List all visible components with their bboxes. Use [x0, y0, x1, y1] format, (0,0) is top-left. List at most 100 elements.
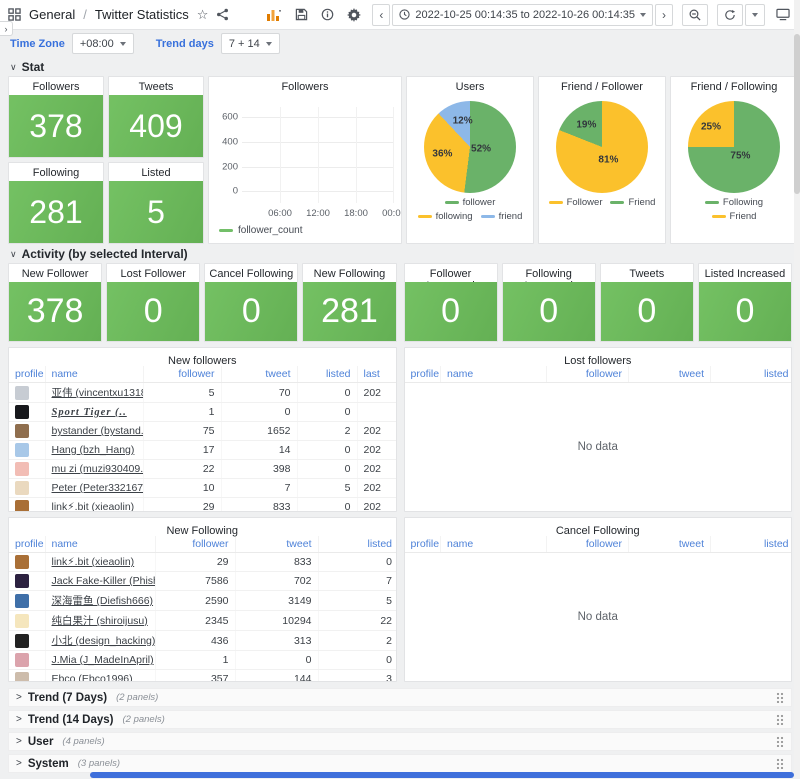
horizontal-scrollbar[interactable]: [90, 772, 794, 778]
refresh-button[interactable]: [717, 4, 743, 26]
tv-kiosk-icon[interactable]: [774, 6, 792, 23]
sidebar-expand-arrow[interactable]: ›: [0, 21, 13, 36]
legend-item[interactable]: Friend: [610, 197, 655, 208]
column-header-profile[interactable]: profile: [9, 536, 45, 553]
time-range-forward-button[interactable]: ›: [655, 4, 673, 26]
column-header-name[interactable]: name: [441, 366, 547, 383]
user-link[interactable]: link⚡.bit (xieaolin): [52, 501, 135, 512]
column-header-follower[interactable]: follower: [143, 366, 221, 383]
zoom-out-time-button[interactable]: [682, 4, 708, 26]
column-header-tweet[interactable]: tweet: [629, 366, 711, 383]
panel-title[interactable]: Follower Increased: [405, 264, 497, 282]
column-header-profile[interactable]: profile: [405, 366, 441, 383]
panel-title[interactable]: Lost Follower: [107, 264, 199, 282]
panel-title[interactable]: Lost followers: [405, 348, 792, 366]
variable-trend-days-value[interactable]: 7 + 14: [221, 33, 280, 54]
panel-title[interactable]: Tweets: [601, 264, 693, 282]
row-header-activity[interactable]: ∨ Activity (by selected Interval): [0, 244, 800, 263]
variable-trend-days-label[interactable]: Trend days: [156, 38, 214, 50]
variable-timezone-value[interactable]: +08:00: [72, 33, 134, 54]
user-link[interactable]: mu zi (muzi930409..: [52, 463, 144, 475]
panel-title[interactable]: Tweets: [109, 77, 203, 95]
add-panel-icon[interactable]: [264, 6, 284, 24]
table-row: link⚡.bit (xieaolin) 29 833 0 202: [9, 498, 397, 513]
column-header-follower[interactable]: follower: [547, 366, 629, 383]
panel-count: (2 panels): [116, 692, 158, 703]
legend-item[interactable]: follower: [445, 197, 496, 208]
column-header-last[interactable]: last: [357, 366, 397, 383]
pie-legend: Follower Friend: [539, 197, 665, 211]
column-header-name[interactable]: name: [45, 366, 143, 383]
breadcrumb-folder[interactable]: General: [29, 7, 75, 22]
star-icon[interactable]: ☆: [197, 7, 209, 23]
vertical-scrollbar[interactable]: [794, 0, 800, 779]
time-range-button[interactable]: 2022-10-25 00:14:35 to 2022-10-26 00:14:…: [392, 4, 653, 26]
column-header-profile[interactable]: profile: [9, 366, 45, 383]
column-header-listed[interactable]: listed: [711, 536, 793, 553]
panel-title[interactable]: Following Increased: [503, 264, 595, 282]
legend-item[interactable]: Follower: [549, 197, 603, 208]
panel-title[interactable]: Followers: [209, 77, 401, 95]
scrollbar-thumb[interactable]: [794, 34, 800, 194]
column-header-listed[interactable]: listed: [297, 366, 357, 383]
user-link[interactable]: 小北 (design_hacking): [52, 635, 156, 647]
x-tick: 06:00: [268, 208, 292, 219]
legend-item[interactable]: Following: [705, 197, 763, 208]
panel-title[interactable]: New Following: [9, 518, 396, 536]
user-link[interactable]: 深海雷鱼 (Diefish666): [52, 595, 154, 607]
panel-title[interactable]: Followers: [9, 77, 103, 95]
user-link[interactable]: 纯白果汁 (shiroijusu): [52, 615, 148, 627]
variable-timezone-label[interactable]: Time Zone: [10, 38, 65, 50]
user-link[interactable]: 亚伟 (vincentxu1318): [52, 387, 144, 399]
panel-title[interactable]: Cancel Following: [205, 264, 297, 282]
time-range-back-button[interactable]: ‹: [372, 4, 390, 26]
row-drag-handle[interactable]: [776, 692, 784, 703]
row-drag-handle[interactable]: [776, 758, 784, 769]
apps-grid-icon[interactable]: [8, 8, 21, 21]
save-dashboard-icon[interactable]: [293, 6, 310, 23]
share-icon[interactable]: [216, 8, 229, 21]
refresh-interval-button[interactable]: [745, 4, 765, 26]
user-link[interactable]: Ebco (Ebco1996): [52, 673, 133, 682]
user-link[interactable]: Jack Fake-Killer (Phish...: [52, 575, 156, 587]
panel-title[interactable]: New Follower: [9, 264, 101, 282]
row-trend-14-days[interactable]: > Trend (14 Days) (2 panels): [8, 710, 792, 729]
column-header-name[interactable]: name: [45, 536, 155, 553]
row-trend-7-days[interactable]: > Trend (7 Days) (2 panels): [8, 688, 792, 707]
table-panel-cancel-following: Cancel Following profile name follower t…: [404, 517, 793, 682]
panel-title[interactable]: New followers: [9, 348, 396, 366]
legend-item[interactable]: following: [418, 211, 473, 222]
row-drag-handle[interactable]: [776, 714, 784, 725]
panel-title[interactable]: Friend / Following: [671, 77, 797, 95]
row-drag-handle[interactable]: [776, 736, 784, 747]
panel-title[interactable]: Listed Increased: [699, 264, 791, 282]
legend-item-follower-count[interactable]: follower_count: [219, 225, 302, 236]
legend-item[interactable]: Friend: [712, 211, 757, 222]
user-link[interactable]: J.Mia (J_MadeInApril): [52, 654, 154, 666]
panel-title[interactable]: New Following: [303, 264, 395, 282]
tables-grid: New followers profile name follower twee…: [0, 347, 800, 682]
column-header-listed[interactable]: listed: [711, 366, 793, 383]
column-header-tweet[interactable]: tweet: [235, 536, 318, 553]
user-link[interactable]: Sport Tiger (..: [52, 407, 127, 418]
dashboard-insights-icon[interactable]: [319, 6, 336, 23]
panel-title[interactable]: Friend / Follower: [539, 77, 665, 95]
panel-title[interactable]: Listed: [109, 163, 203, 181]
user-link[interactable]: link⚡.bit (xieaolin): [52, 556, 135, 568]
panel-title[interactable]: Cancel Following: [405, 518, 792, 536]
legend-item[interactable]: friend: [481, 211, 523, 222]
column-header-listed[interactable]: listed: [318, 536, 397, 553]
row-header-stat[interactable]: ∨ Stat: [0, 57, 800, 76]
panel-title[interactable]: Following: [9, 163, 103, 181]
user-link[interactable]: Hang (bzh_Hang): [52, 444, 135, 456]
column-header-profile[interactable]: profile: [405, 536, 441, 553]
user-link[interactable]: Peter (Peter332167..: [52, 482, 144, 494]
panel-title[interactable]: Users: [407, 77, 533, 95]
y-tick: 600: [212, 111, 238, 122]
user-link[interactable]: bystander (bystand..: [52, 425, 144, 437]
dashboard-settings-icon[interactable]: [345, 6, 363, 24]
column-header-tweet[interactable]: tweet: [629, 536, 711, 553]
row-user[interactable]: > User (4 panels): [8, 732, 792, 751]
row-system[interactable]: > System (3 panels): [8, 754, 792, 773]
column-header-name[interactable]: name: [441, 536, 547, 553]
